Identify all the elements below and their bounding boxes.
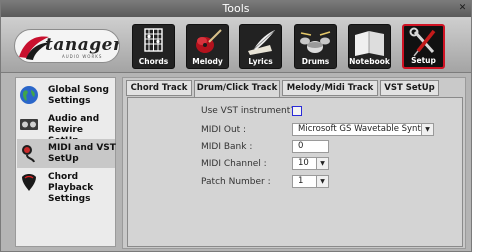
toolbar-notebook-button[interactable]: Notebook [348, 24, 391, 69]
sidebar-item-label: Chord Playback Settings [48, 172, 94, 204]
title-bar[interactable]: Tools ✕ [1, 1, 471, 17]
midi-bank-input[interactable]: 0 [292, 140, 329, 153]
logo-tagline: AUDIO WORKS [62, 54, 103, 59]
toolbar-drums-label: Drums [301, 57, 330, 66]
midi-out-select[interactable]: Microsoft GS Wavetable Synt ▼ [292, 123, 434, 136]
drum-kit-icon [300, 31, 331, 53]
tab-vst-setup[interactable]: VST SetUp [380, 80, 439, 96]
tab-melody-midi-track[interactable]: Melody/Midi Track [282, 80, 378, 96]
guitar-icon [196, 29, 222, 53]
midi-out-label: MIDI Out : [201, 125, 247, 135]
sidebar-item-label: MIDI and VST SetUp [48, 143, 116, 164]
settings-sidebar: Global Song Settings Audio and Rewire Se… [15, 77, 116, 247]
sidebar-item-label: Global Song Settings [48, 85, 109, 106]
toolbar: tanager AUDIO WORKS Chords Melody Lyrics… [1, 17, 471, 73]
sidebar-item-global-song-settings[interactable]: Global Song Settings [17, 81, 115, 110]
chevron-down-icon[interactable]: ▼ [316, 176, 328, 187]
toolbar-chords-button[interactable]: Chords [132, 24, 175, 69]
tanager-logo: tanager AUDIO WORKS [14, 29, 120, 63]
quill-pen-icon [248, 30, 275, 55]
tab-content: Use VST instrument? MIDI Out : Microsoft… [127, 97, 463, 247]
midi-channel-select[interactable]: 10 ▼ [292, 157, 329, 170]
audio-device-icon [20, 119, 38, 130]
use-vst-checkbox[interactable] [292, 106, 302, 116]
toolbar-notebook-label: Notebook [349, 57, 390, 66]
wrench-screwdriver-icon [409, 27, 436, 57]
sidebar-item-audio-rewire[interactable]: Audio and Rewire SetUp [17, 110, 115, 146]
sidebar-item-chord-playback[interactable]: Chord Playback Settings [17, 168, 115, 204]
guitar-pick-icon [22, 174, 36, 191]
patch-number-label: Patch Number : [201, 177, 271, 187]
chord-grid-icon [144, 28, 163, 52]
midi-bank-label: MIDI Bank : [201, 142, 253, 152]
toolbar-melody-button[interactable]: Melody [186, 24, 229, 69]
midi-channel-label: MIDI Channel : [201, 159, 267, 169]
midi-out-value: Microsoft GS Wavetable Synt [298, 124, 421, 134]
tab-drum-click-track[interactable]: Drum/Click Track [194, 80, 280, 98]
toolbar-chords-label: Chords [138, 57, 169, 66]
midi-channel-value: 10 [298, 158, 309, 168]
notebook-icon [355, 31, 384, 56]
toolbar-melody-label: Melody [192, 57, 223, 66]
patch-number-value: 1 [298, 176, 304, 186]
tools-window: Tools ✕ tanager AUDIO WORKS Chords Melod… [0, 0, 472, 252]
toolbar-lyrics-button[interactable]: Lyrics [239, 24, 282, 69]
patch-number-select[interactable]: 1 ▼ [292, 175, 329, 188]
toolbar-setup-button[interactable]: Setup [402, 24, 445, 69]
toolbar-setup-label: Setup [411, 56, 436, 65]
close-icon[interactable]: ✕ [458, 4, 467, 13]
chevron-down-icon[interactable]: ▼ [316, 158, 328, 169]
toolbar-lyrics-label: Lyrics [248, 57, 273, 66]
use-vst-label: Use VST instrument? [201, 106, 296, 116]
sidebar-item-midi-vst[interactable]: MIDI and VST SetUp [17, 139, 116, 168]
settings-panel: Chord Track Drum/Click Track Melody/Midi… [122, 77, 466, 249]
tab-chord-track[interactable]: Chord Track [126, 80, 192, 96]
window-title: Tools [222, 2, 250, 15]
midi-cable-icon [22, 145, 35, 163]
globe-icon [20, 86, 38, 104]
chevron-down-icon[interactable]: ▼ [421, 124, 433, 135]
toolbar-drums-button[interactable]: Drums [294, 24, 337, 69]
logo-brand: tanager [45, 35, 120, 55]
